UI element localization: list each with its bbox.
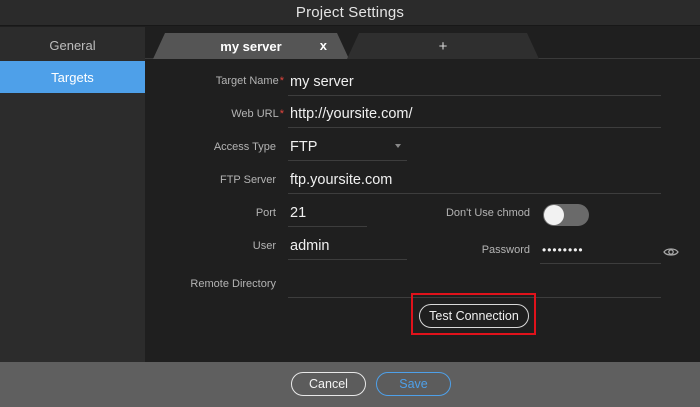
window-title: Project Settings (295, 4, 405, 21)
dialog-footer: Cancel Save (0, 362, 700, 407)
access-type-value: FTP (290, 138, 318, 155)
add-target-tab[interactable]: + (347, 33, 539, 59)
port-label: Port (255, 207, 276, 219)
test-connection-button[interactable]: Test Connection (419, 304, 529, 328)
save-button[interactable]: Save (376, 372, 451, 396)
remote-directory-label: Remote Directory (190, 278, 276, 290)
password-input[interactable]: •••••••• (540, 236, 661, 264)
required-mark: * (279, 75, 284, 87)
dont-use-chmod-toggle[interactable] (543, 204, 589, 226)
target-name-label: Target Name* (215, 75, 284, 87)
dont-use-chmod-label: Don't Use chmod (445, 207, 530, 219)
tab-bar: my server x + (145, 27, 700, 59)
cancel-button[interactable]: Cancel (291, 372, 366, 396)
chevron-down-icon (395, 144, 401, 148)
title-bar: Project Settings (0, 0, 700, 26)
required-mark: * (279, 108, 284, 120)
ftp-server-label: FTP Server (219, 174, 276, 186)
close-tab-button[interactable]: x (320, 38, 327, 53)
port-input[interactable]: 21 (288, 199, 367, 227)
toggle-knob (544, 205, 564, 225)
eye-icon[interactable] (663, 244, 679, 260)
access-type-select[interactable]: FTP (288, 133, 407, 161)
ftp-server-input[interactable]: ftp.yoursite.com (288, 166, 661, 194)
user-input[interactable]: admin (288, 232, 407, 260)
password-label: Password (481, 244, 530, 256)
web-url-label: Web URL* (231, 108, 284, 120)
tab-label: my server (220, 38, 282, 54)
user-label: User (252, 240, 276, 252)
tab-my-server[interactable]: my server x (153, 33, 349, 59)
sidebar: General Targets (0, 27, 145, 362)
sidebar-item-general[interactable]: General (0, 29, 145, 61)
access-type-label: Access Type (213, 141, 276, 153)
web-url-input[interactable]: http://yoursite.com/ (288, 100, 661, 128)
target-name-input[interactable]: my server (288, 68, 661, 96)
sidebar-item-targets[interactable]: Targets (0, 61, 145, 93)
